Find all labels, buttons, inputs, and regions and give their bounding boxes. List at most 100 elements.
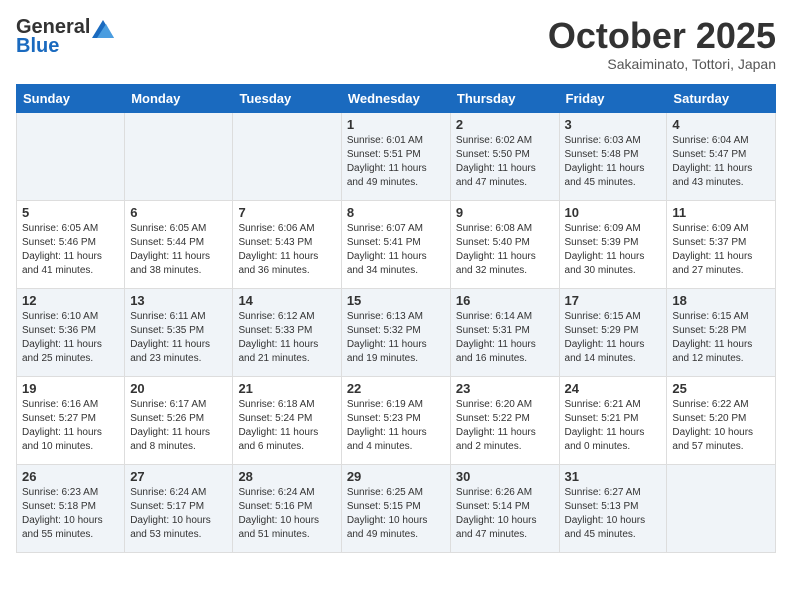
- table-row: 18Sunrise: 6:15 AM Sunset: 5:28 PM Dayli…: [667, 288, 776, 376]
- calendar-week-row: 5Sunrise: 6:05 AM Sunset: 5:46 PM Daylig…: [17, 200, 776, 288]
- table-row: 15 Sunrise: 6:13 AM Sunset: 5:32 PM Dayli…: [341, 288, 450, 376]
- day-info: Sunrise: 6:11 AM Sunset: 5:35 PM Dayligh…: [130, 310, 227, 366]
- table-row: 25 Sunrise: 6:22 AM Sunset: 5:20 PM Dayli…: [667, 376, 776, 464]
- calendar-header-row: Sunday Monday Tuesday Wednesday Thursday…: [17, 84, 776, 112]
- day-info: Sunrise: 6:13 AM Sunset: 5:32 PM Dayligh…: [347, 310, 445, 366]
- day-info: Sunrise: 6:19 AM Sunset: 5:23 PM Dayligh…: [347, 398, 445, 454]
- day-number: 29: [347, 469, 445, 484]
- table-row: 26 Sunrise: 6:23 AM Sunset: 5:18 PM Dayli…: [17, 464, 125, 552]
- logo: General Blue: [16, 16, 114, 58]
- day-info: Sunrise: 6:06 AM Sunset: 5:43 PM Dayligh…: [238, 222, 335, 278]
- table-row: 2 Sunrise: 6:02 AM Sunset: 5:50 PM Daylig…: [450, 112, 559, 200]
- day-number: 19: [22, 381, 119, 396]
- day-info: Sunrise: 6:24 AM Sunset: 5:16 PM Dayligh…: [238, 486, 335, 542]
- day-number: 1: [347, 117, 445, 132]
- header-friday: Friday: [559, 84, 667, 112]
- day-number: 23: [456, 381, 554, 396]
- day-info: Sunrise: 6:21 AM Sunset: 5:21 PM Dayligh…: [565, 398, 662, 454]
- day-number: 5: [22, 205, 119, 220]
- day-info: Sunrise: 6:03 AM Sunset: 5:48 PM Dayligh…: [565, 134, 662, 190]
- day-number: 25: [672, 381, 770, 396]
- day-number: 21: [238, 381, 335, 396]
- table-row: 8 Sunrise: 6:07 AM Sunset: 5:41 PM Daylig…: [341, 200, 450, 288]
- day-info: Sunrise: 6:12 AM Sunset: 5:33 PM Dayligh…: [238, 310, 335, 366]
- day-number: 27: [130, 469, 227, 484]
- day-number: 14: [238, 293, 335, 308]
- table-row: [17, 112, 125, 200]
- header-wednesday: Wednesday: [341, 84, 450, 112]
- table-row: 28 Sunrise: 6:24 AM Sunset: 5:16 PM Dayli…: [233, 464, 341, 552]
- table-row: [125, 112, 233, 200]
- table-row: 22 Sunrise: 6:19 AM Sunset: 5:23 PM Dayli…: [341, 376, 450, 464]
- table-row: 9Sunrise: 6:08 AM Sunset: 5:40 PM Daylig…: [450, 200, 559, 288]
- table-row: 10Sunrise: 6:09 AM Sunset: 5:39 PM Dayli…: [559, 200, 667, 288]
- table-row: 20 Sunrise: 6:17 AM Sunset: 5:26 PM Dayli…: [125, 376, 233, 464]
- day-number: 20: [130, 381, 227, 396]
- table-row: 12Sunrise: 6:10 AM Sunset: 5:36 PM Dayli…: [17, 288, 125, 376]
- day-info: Sunrise: 6:26 AM Sunset: 5:14 PM Dayligh…: [456, 486, 554, 542]
- day-number: 8: [347, 205, 445, 220]
- day-number: 6: [130, 205, 227, 220]
- table-row: 13 Sunrise: 6:11 AM Sunset: 5:35 PM Dayli…: [125, 288, 233, 376]
- logo-icon: [92, 20, 114, 38]
- month-title: October 2025: [548, 16, 776, 56]
- day-info: Sunrise: 6:20 AM Sunset: 5:22 PM Dayligh…: [456, 398, 554, 454]
- table-row: 3 Sunrise: 6:03 AM Sunset: 5:48 PM Daylig…: [559, 112, 667, 200]
- day-info: Sunrise: 6:18 AM Sunset: 5:24 PM Dayligh…: [238, 398, 335, 454]
- day-number: 9: [456, 205, 554, 220]
- day-info: Sunrise: 6:25 AM Sunset: 5:15 PM Dayligh…: [347, 486, 445, 542]
- calendar-week-row: 1Sunrise: 6:01 AM Sunset: 5:51 PM Daylig…: [17, 112, 776, 200]
- day-number: 22: [347, 381, 445, 396]
- table-row: [233, 112, 341, 200]
- day-number: 31: [565, 469, 662, 484]
- day-number: 4: [672, 117, 770, 132]
- day-info: Sunrise: 6:23 AM Sunset: 5:18 PM Dayligh…: [22, 486, 119, 542]
- logo-blue-text: Blue: [16, 35, 59, 58]
- day-number: 13: [130, 293, 227, 308]
- day-number: 30: [456, 469, 554, 484]
- table-row: 7 Sunrise: 6:06 AM Sunset: 5:43 PM Daylig…: [233, 200, 341, 288]
- day-info: Sunrise: 6:17 AM Sunset: 5:26 PM Dayligh…: [130, 398, 227, 454]
- table-row: 21 Sunrise: 6:18 AM Sunset: 5:24 PM Dayli…: [233, 376, 341, 464]
- day-number: 3: [565, 117, 662, 132]
- location: Sakaiminato, Tottori, Japan: [548, 56, 776, 72]
- calendar-week-row: 19 Sunrise: 6:16 AM Sunset: 5:27 PM Dayli…: [17, 376, 776, 464]
- table-row: 24 Sunrise: 6:21 AM Sunset: 5:21 PM Dayli…: [559, 376, 667, 464]
- table-row: 16Sunrise: 6:14 AM Sunset: 5:31 PM Dayli…: [450, 288, 559, 376]
- day-number: 7: [238, 205, 335, 220]
- day-number: 26: [22, 469, 119, 484]
- day-info: Sunrise: 6:22 AM Sunset: 5:20 PM Dayligh…: [672, 398, 770, 454]
- day-info: Sunrise: 6:04 AM Sunset: 5:47 PM Dayligh…: [672, 134, 770, 190]
- table-row: 27 Sunrise: 6:24 AM Sunset: 5:17 PM Dayli…: [125, 464, 233, 552]
- day-number: 10: [565, 205, 662, 220]
- day-info: Sunrise: 6:09 AM Sunset: 5:37 PM Dayligh…: [672, 222, 770, 278]
- table-row: 1Sunrise: 6:01 AM Sunset: 5:51 PM Daylig…: [341, 112, 450, 200]
- day-info: Sunrise: 6:02 AM Sunset: 5:50 PM Dayligh…: [456, 134, 554, 190]
- table-row: 23 Sunrise: 6:20 AM Sunset: 5:22 PM Dayli…: [450, 376, 559, 464]
- table-row: 4 Sunrise: 6:04 AM Sunset: 5:47 PM Daylig…: [667, 112, 776, 200]
- table-row: 5Sunrise: 6:05 AM Sunset: 5:46 PM Daylig…: [17, 200, 125, 288]
- header-sunday: Sunday: [17, 84, 125, 112]
- day-number: 28: [238, 469, 335, 484]
- day-info: Sunrise: 6:05 AM Sunset: 5:44 PM Dayligh…: [130, 222, 227, 278]
- day-number: 11: [672, 205, 770, 220]
- day-info: Sunrise: 6:07 AM Sunset: 5:41 PM Dayligh…: [347, 222, 445, 278]
- header-monday: Monday: [125, 84, 233, 112]
- day-number: 12: [22, 293, 119, 308]
- page-header: General Blue October 2025 Sakaiminato, T…: [16, 16, 776, 72]
- table-row: 14 Sunrise: 6:12 AM Sunset: 5:33 PM Dayli…: [233, 288, 341, 376]
- day-info: Sunrise: 6:24 AM Sunset: 5:17 PM Dayligh…: [130, 486, 227, 542]
- day-number: 17: [565, 293, 662, 308]
- table-row: 29 Sunrise: 6:25 AM Sunset: 5:15 PM Dayli…: [341, 464, 450, 552]
- day-info: Sunrise: 6:16 AM Sunset: 5:27 PM Dayligh…: [22, 398, 119, 454]
- day-number: 24: [565, 381, 662, 396]
- header-saturday: Saturday: [667, 84, 776, 112]
- day-number: 2: [456, 117, 554, 132]
- calendar-week-row: 12Sunrise: 6:10 AM Sunset: 5:36 PM Dayli…: [17, 288, 776, 376]
- day-number: 16: [456, 293, 554, 308]
- day-number: 15: [347, 293, 445, 308]
- calendar-table: Sunday Monday Tuesday Wednesday Thursday…: [16, 84, 776, 553]
- table-row: 11 Sunrise: 6:09 AM Sunset: 5:37 PM Dayli…: [667, 200, 776, 288]
- header-tuesday: Tuesday: [233, 84, 341, 112]
- header-thursday: Thursday: [450, 84, 559, 112]
